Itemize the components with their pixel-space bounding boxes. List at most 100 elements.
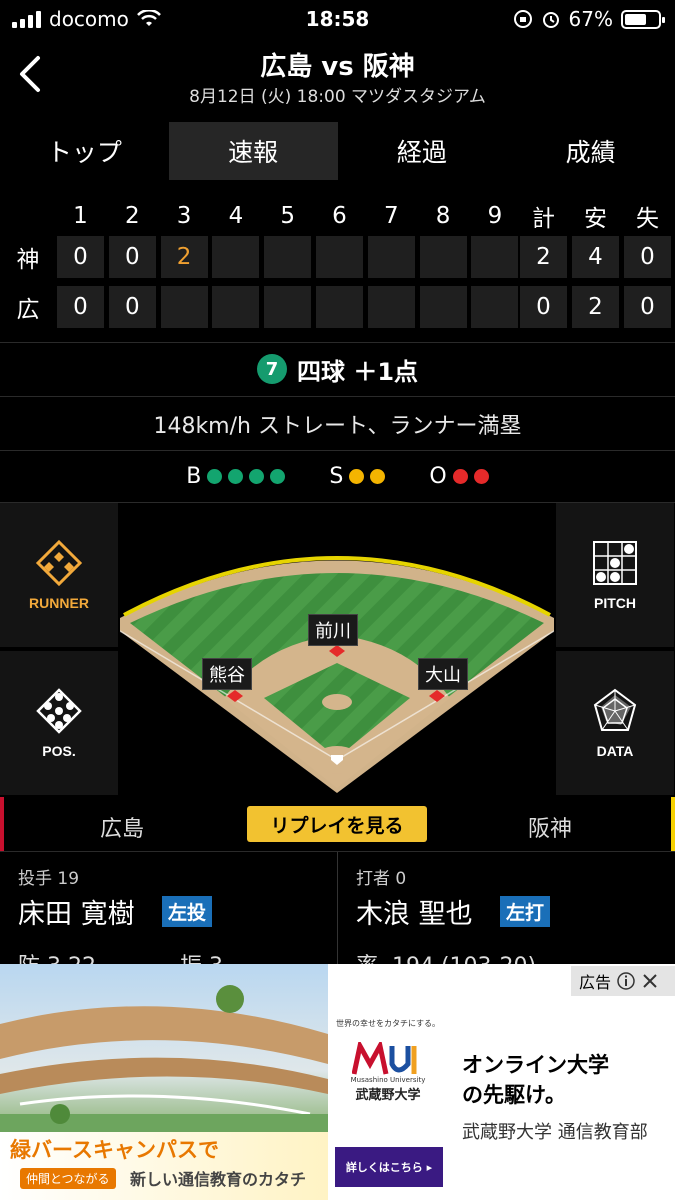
ad-text-panel[interactable]: オンライン大学 の先駆け。 武蔵野大学 通信教育部: [446, 964, 675, 1200]
balls-label: B: [186, 463, 202, 489]
inning-score: [264, 286, 312, 328]
close-icon[interactable]: [641, 972, 659, 990]
ad-badge-label: 広告: [579, 973, 612, 992]
orientation-lock-icon: [513, 10, 532, 28]
advertisement[interactable]: 緑バースキャンパスで 仲間とつながる 新しい通信教育のカタチ 世界の幸せをカタチ…: [0, 964, 675, 1200]
pitcher-hand-badge: 左投: [162, 896, 213, 927]
inning-header: 7: [383, 203, 399, 229]
team-initial: 神: [16, 247, 40, 273]
musashino-logo-icon: [352, 1042, 417, 1075]
batter-role: 打者 0: [356, 869, 407, 889]
away-team-color: [671, 797, 675, 851]
inning-score: [316, 236, 363, 278]
scoreboard-row: 神002240: [0, 236, 675, 278]
pos-label: POS.: [42, 743, 76, 759]
ad-banner: 緑バースキャンパスで 仲間とつながる 新しい通信教育のカタチ: [0, 1132, 328, 1200]
univ-name-en: Musashino University: [350, 1076, 426, 1084]
totals-header: 計: [532, 206, 555, 232]
play-result: 7 四球 ＋1点: [0, 344, 675, 394]
inning-header: 6: [332, 203, 347, 229]
position-icon: [36, 688, 82, 734]
inning-score: 0: [57, 286, 104, 328]
tab-live[interactable]: 速報: [168, 122, 338, 180]
inning-score: [264, 236, 312, 278]
ball-dot: [228, 468, 244, 484]
inning-header: 5: [280, 203, 295, 229]
outs-label: O: [429, 463, 447, 489]
strike-dot: [349, 468, 365, 484]
inning-score: [471, 236, 519, 278]
strike-dot: [370, 468, 386, 484]
ad-cta-button[interactable]: 詳しくはこちら ▸: [335, 1147, 443, 1187]
home-team-color: [0, 797, 4, 851]
batter-hand-badge: 左打: [500, 896, 551, 927]
inning-score: [471, 286, 519, 328]
game-header: 広島 vs 阪神 8月12日 (火) 18:00 マツダスタジアム: [0, 38, 675, 114]
runner-first-tag[interactable]: 大山: [418, 658, 468, 690]
baseball-field: 前川 熊谷 大山: [119, 503, 555, 795]
pitch-description: 148km/h ストレート、ランナー満塁: [153, 414, 522, 439]
pitcher-card[interactable]: 投手 19 床田 寛樹 左投: [0, 852, 337, 938]
data-label: DATA: [596, 743, 634, 759]
inning-score: [212, 286, 260, 328]
team-bar: 広島 リプレイを見る 阪神: [0, 797, 675, 851]
batter-card[interactable]: 打者 0 木浪 聖也 左打: [338, 852, 675, 938]
ad-headline: オンライン大学 の先駆け。: [462, 1053, 609, 1107]
balls-group: B: [186, 463, 286, 489]
inning-header: 9: [487, 203, 503, 229]
runner-button[interactable]: RUNNER: [0, 503, 118, 647]
battery-percent: 67%: [568, 7, 613, 31]
inning-score: [212, 236, 260, 278]
runner-third-tag[interactable]: 熊谷: [202, 658, 252, 690]
battery-icon: [621, 9, 665, 29]
pitch-label: PITCH: [594, 595, 636, 611]
total-value: 2: [520, 236, 567, 278]
pitch-button[interactable]: PITCH: [556, 503, 674, 647]
ad-campus-image[interactable]: 緑バースキャンパスで 仲間とつながる 新しい通信教育のカタチ: [0, 964, 328, 1200]
batter-name: 木浪 聖也: [356, 899, 473, 930]
inning-score: [160, 286, 208, 328]
inning-score: 2: [160, 236, 208, 278]
pitcher-role: 投手 19: [18, 869, 80, 889]
scoreboard-row: 広00020: [0, 286, 675, 328]
ad-banner-main: 緑バースキャンパスで: [10, 1138, 219, 1162]
alarm-icon: [542, 12, 559, 28]
inning-score: 0: [108, 286, 156, 328]
batter-average: 率 .194 (103-20): [356, 948, 536, 964]
home-team-label[interactable]: 広島: [100, 811, 144, 843]
status-bar: docomo 18:58 67%: [0, 0, 675, 38]
info-icon[interactable]: [616, 971, 636, 991]
inning-score: [367, 286, 415, 328]
field-diagram: [119, 556, 555, 793]
data-button[interactable]: DATA: [556, 651, 674, 795]
scoreboard-header: 1 2 3 4 5 6 7 8 9 計 安 失: [0, 198, 675, 240]
out-dot: [452, 468, 468, 484]
tab-stats[interactable]: 成績: [506, 122, 675, 180]
ball-count: B S O: [0, 452, 675, 500]
strikes-group: S: [329, 464, 386, 489]
tab-top[interactable]: トップ: [0, 122, 169, 180]
inning-header: 4: [228, 203, 244, 229]
inning-score: 0: [108, 236, 156, 278]
ad-badge[interactable]: 広告: [571, 966, 675, 996]
play-result-text: 四球 ＋1点: [296, 357, 419, 386]
ad-logo-panel[interactable]: 世界の幸せをカタチにする。 Musashino University 武蔵野大学…: [330, 964, 446, 1200]
tab-progress[interactable]: 経過: [338, 122, 507, 180]
runner-second-tag[interactable]: 前川: [308, 614, 358, 646]
total-value: 0: [624, 286, 671, 328]
divider: [0, 450, 675, 451]
position-button[interactable]: POS.: [0, 651, 118, 795]
total-value: 0: [624, 236, 671, 278]
pitch-grid-icon: [593, 541, 637, 585]
inning-header: 8: [435, 203, 451, 229]
replay-button[interactable]: リプレイを見る: [247, 806, 427, 842]
stats-row-partial: 防 3.22 振 3 率 .194 (103-20): [0, 940, 675, 964]
univ-name-jp: 武蔵野大学: [355, 1088, 421, 1103]
inning-header: 1: [73, 203, 88, 229]
divider: [0, 396, 675, 397]
inning-header: 3: [176, 203, 192, 229]
inning-score: 0: [57, 236, 104, 278]
ball-dot: [270, 468, 286, 484]
away-team-label[interactable]: 阪神: [528, 811, 572, 843]
total-value: 0: [520, 286, 567, 328]
